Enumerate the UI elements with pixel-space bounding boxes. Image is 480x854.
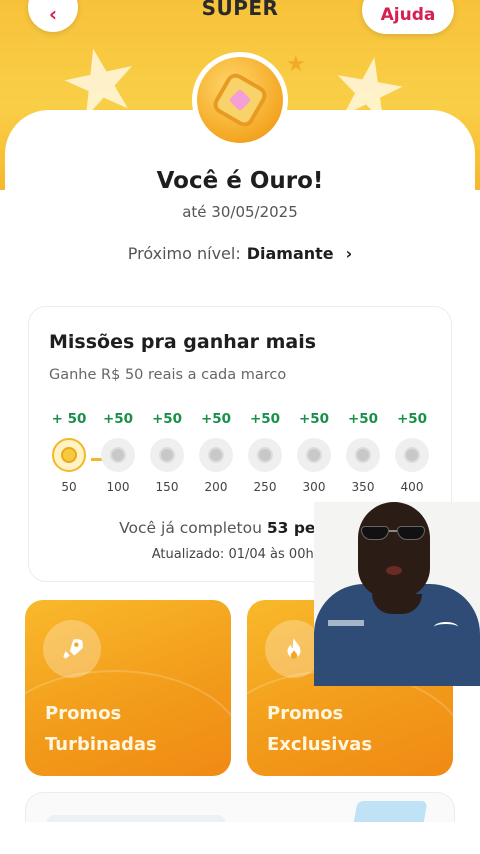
milestone-step: +50 400 — [392, 411, 432, 494]
coin-icon — [395, 438, 429, 472]
milestone-label: 400 — [400, 480, 424, 494]
next-level-value: Diamante — [246, 244, 334, 263]
coin-icon — [297, 438, 331, 472]
milestone-bonus: +50 — [396, 411, 428, 427]
promo-label: Promos — [45, 703, 122, 724]
milestone-bonus: +50 — [298, 411, 330, 427]
level-expiry: até 30/05/2025 — [182, 203, 298, 221]
milestone-label: 200 — [204, 480, 228, 494]
missions-subtitle: Ganhe R$ 50 reais a cada marco — [49, 367, 287, 383]
help-button[interactable]: Ajuda — [362, 0, 454, 34]
rocket-icon — [43, 620, 101, 678]
bottom-bar — [0, 822, 480, 854]
promo-turbinadas-card[interactable]: Promos Turbinadas — [25, 600, 231, 776]
milestone-label: 50 — [61, 480, 77, 494]
chevron-right-icon: › — [345, 244, 353, 263]
milestone-bonus: +50 — [347, 411, 379, 427]
promo-label: Exclusivas — [267, 734, 373, 755]
missions-title: Missões pra ganhar mais — [49, 331, 317, 353]
next-level-link[interactable]: Próximo nível: Diamante › — [0, 244, 480, 263]
milestone-label: 300 — [302, 480, 326, 494]
coin-icon — [199, 438, 233, 472]
milestone-bonus: +50 — [200, 411, 232, 427]
milestone-step: +50 300 — [294, 411, 334, 494]
milestone-track: + 50 50 +50 100 +50 150 +50 200 +50 250 … — [49, 411, 439, 501]
milestone-label: 100 — [106, 480, 130, 494]
coin-icon — [101, 438, 135, 472]
coin-icon — [346, 438, 380, 472]
sunglasses-icon — [361, 526, 425, 540]
milestone-bonus: + 50 — [51, 411, 87, 427]
milestone-step: +50 100 — [98, 411, 138, 494]
milestone-step: + 50 50 — [49, 411, 89, 494]
milestone-step: +50 250 — [245, 411, 285, 494]
milestone-label: 150 — [155, 480, 179, 494]
coin-icon — [150, 438, 184, 472]
milestone-label: 350 — [351, 480, 375, 494]
level-title: Você é Ouro! — [156, 168, 324, 194]
next-level-label: Próximo nível: — [127, 244, 241, 263]
promo-label: Promos — [267, 703, 344, 724]
milestone-bonus: +50 — [249, 411, 281, 427]
milestone-step: +50 150 — [147, 411, 187, 494]
milestone-bonus: +50 — [102, 411, 134, 427]
gold-medal-icon — [192, 52, 288, 148]
promo-label: Turbinadas — [45, 734, 157, 755]
milestone-label: 250 — [253, 480, 277, 494]
coin-icon — [52, 438, 86, 472]
completed-prefix: Você já completou — [119, 519, 262, 537]
star-decoration-icon: ★ — [286, 52, 306, 77]
presenter-video-overlay — [314, 502, 480, 686]
screen: ★ ★ ★ ‹ SUPER Ajuda Você é Ouro! até 30/… — [0, 0, 480, 854]
milestone-bonus: +50 — [151, 411, 183, 427]
milestone-step: +50 350 — [343, 411, 383, 494]
coin-icon — [248, 438, 282, 472]
milestone-step: +50 200 — [196, 411, 236, 494]
